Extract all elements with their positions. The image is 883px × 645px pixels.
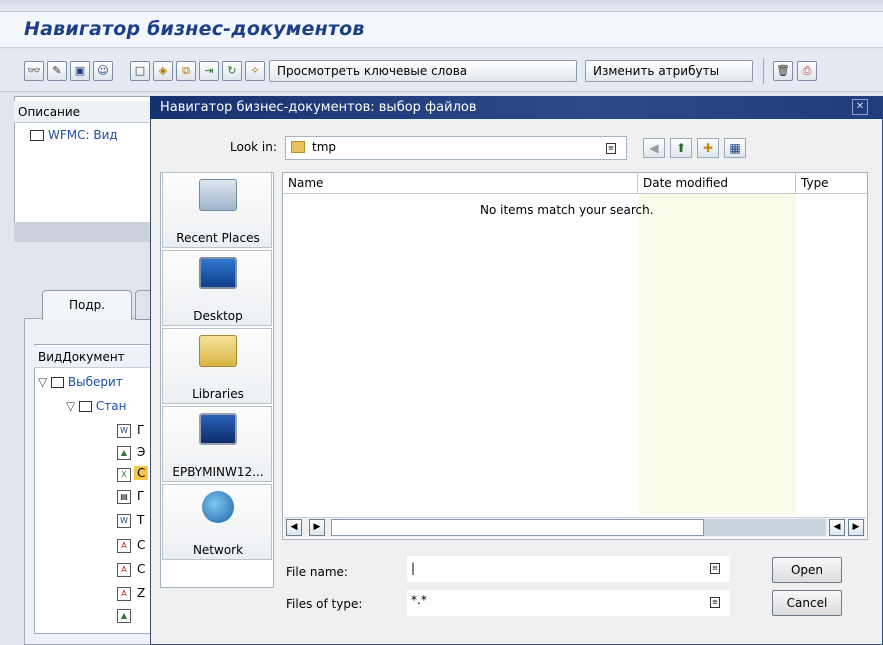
network-icon <box>202 491 234 523</box>
place-label: Desktop <box>193 309 243 323</box>
open-folder-icon <box>79 401 93 412</box>
scroll-left-icon[interactable]: ◀ <box>286 519 302 536</box>
back-icon[interactable]: ◀ <box>643 138 665 158</box>
dialog-title: Навигатор бизнес-документов: выбор файло… <box>160 100 477 115</box>
column-header-type[interactable]: Type <box>796 173 867 194</box>
change-attributes-button[interactable]: Изменить атрибуты <box>585 60 753 82</box>
file-name-label: File name: <box>286 565 348 579</box>
link-icon[interactable]: ◈ <box>153 61 173 81</box>
wand-icon[interactable]: ✧ <box>245 61 265 81</box>
scrollbar-track[interactable] <box>704 519 826 536</box>
image-doc-icon[interactable]: ▲ <box>117 446 131 460</box>
dropdown-icon[interactable]: ≡ <box>606 143 616 154</box>
column-header-date-modified[interactable]: Date modified <box>638 173 796 194</box>
tree-header: ВидДокумент <box>34 346 156 368</box>
folder-icon <box>291 141 305 153</box>
sap-title-bar: Навигатор бизнес-документов <box>0 12 883 48</box>
place-computer[interactable]: EPBYMINW12... <box>162 406 272 482</box>
expand-triangle-icon[interactable]: ▽ <box>66 399 75 413</box>
close-icon[interactable]: ✕ <box>852 99 868 115</box>
up-folder-icon[interactable]: ⬆ <box>670 138 692 158</box>
word-doc-icon[interactable]: W <box>117 424 131 438</box>
tree-node-standard[interactable]: ▽ Стан <box>66 399 126 413</box>
pdf-doc-icon[interactable]: A <box>117 539 131 553</box>
scroll-right-icon[interactable]: ▶ <box>309 519 325 536</box>
view-menu-icon[interactable]: ▦ <box>724 138 746 158</box>
doc-label: Г <box>137 489 145 503</box>
place-network[interactable]: Network <box>162 484 272 560</box>
glasses-icon[interactable]: 👓 <box>24 61 44 81</box>
open-button[interactable]: Open <box>772 557 842 583</box>
scroll-left-icon[interactable]: ◀ <box>829 519 845 536</box>
copy-icon[interactable]: ⧉ <box>176 61 196 81</box>
description-row[interactable]: WFMC: Вид <box>30 128 118 142</box>
pdf-doc-icon[interactable]: A <box>117 587 131 601</box>
view-keywords-button[interactable]: Просмотреть ключевые слова <box>269 60 577 82</box>
date-column-highlight <box>638 194 796 514</box>
look-in-dropdown[interactable] <box>285 136 627 160</box>
doc-label: С <box>137 562 146 576</box>
files-of-type-select[interactable] <box>407 590 730 616</box>
trash-icon[interactable]: 🗑 <box>773 61 793 81</box>
pdf-doc-icon[interactable]: A <box>117 563 131 577</box>
sap-top-strip <box>0 0 883 12</box>
expand-triangle-icon[interactable]: ▽ <box>38 375 47 389</box>
cancel-button[interactable]: Cancel <box>772 590 842 616</box>
word-doc-icon[interactable]: W <box>117 514 131 528</box>
description-footer <box>14 222 154 242</box>
files-of-type-label: Files of type: <box>286 597 363 611</box>
file-name-value: | <box>411 561 416 575</box>
dropdown-icon[interactable]: ≡ <box>710 597 720 608</box>
print-icon[interactable]: ⎙ <box>797 61 817 81</box>
place-desktop[interactable]: Desktop <box>162 250 272 326</box>
place-recent-places[interactable]: Recent Places <box>162 172 272 248</box>
place-label: Network <box>192 543 244 557</box>
tree-node-select[interactable]: ▽ Выберит <box>38 375 123 389</box>
sap-page-title: Навигатор бизнес-документов <box>24 18 365 40</box>
empty-message: No items match your search. <box>480 203 654 217</box>
files-of-type-value: *.* <box>411 593 427 607</box>
tab-details[interactable]: Подр. <box>42 290 132 320</box>
description-header: Описание <box>14 101 154 123</box>
tree-node-label: Стан <box>95 399 127 413</box>
dropdown-icon[interactable]: ≡ <box>710 563 720 574</box>
doc-label: С <box>137 538 146 552</box>
tree-node-label: Выберит <box>67 375 123 389</box>
refresh-icon[interactable]: ↻ <box>222 61 242 81</box>
save-icon[interactable]: ▣ <box>70 61 90 81</box>
excel-doc-icon[interactable]: X <box>117 468 131 482</box>
place-libraries[interactable]: Libraries <box>162 328 272 404</box>
column-header-name[interactable]: Name <box>283 173 638 194</box>
computer-icon <box>199 413 237 445</box>
scroll-right-icon[interactable]: ▶ <box>848 519 864 536</box>
recent-places-icon <box>199 179 237 211</box>
desktop-icon <box>199 257 237 289</box>
doc-label: Э <box>137 445 146 459</box>
toolbar-separator <box>763 58 764 84</box>
look-in-value: tmp <box>312 140 337 154</box>
doc-label: Г <box>137 423 145 437</box>
user-icon[interactable]: ☺ <box>93 61 113 81</box>
new-folder-icon[interactable]: ✚ <box>697 138 719 158</box>
doc-label: Т <box>137 513 145 527</box>
new-document-icon[interactable]: □ <box>130 61 150 81</box>
pencil-icon[interactable]: ✎ <box>47 61 67 81</box>
look-in-label: Look in: <box>230 140 277 154</box>
generic-doc-icon[interactable]: ▤ <box>117 490 131 504</box>
scrollbar-thumb[interactable] <box>331 519 704 536</box>
description-row-label: WFMC: Вид <box>48 128 118 142</box>
place-label: Recent Places <box>176 231 260 245</box>
export-icon[interactable]: ⇥ <box>199 61 219 81</box>
image-doc-icon[interactable]: ▲ <box>117 609 131 623</box>
file-name-input[interactable] <box>407 556 730 582</box>
place-label: EPBYMINW12... <box>172 465 264 479</box>
folder-icon <box>51 377 65 388</box>
folder-icon <box>30 130 44 141</box>
doc-label-selected: С <box>134 466 149 480</box>
place-label: Libraries <box>192 387 244 401</box>
doc-label: Z <box>137 586 146 600</box>
libraries-icon <box>199 335 237 367</box>
